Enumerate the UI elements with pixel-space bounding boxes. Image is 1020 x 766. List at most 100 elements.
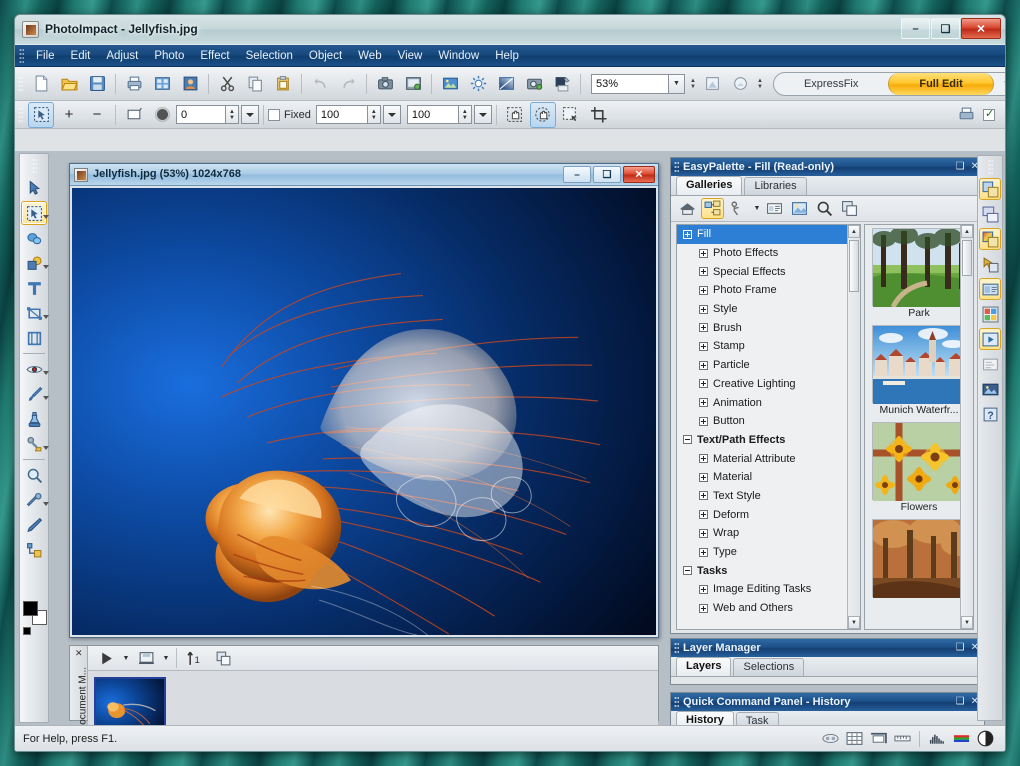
default-colors-icon[interactable] (23, 627, 31, 635)
quick-command-panel-button[interactable] (979, 253, 1001, 275)
easypalette-maximize-icon[interactable]: ❑ (956, 160, 965, 173)
expand-icon[interactable] (699, 342, 708, 351)
tab-layers[interactable]: Layers (676, 657, 731, 676)
fixed-width-input[interactable] (316, 105, 368, 124)
maximize-button[interactable]: ❑ (931, 18, 960, 39)
ruler-icon[interactable] (890, 730, 914, 748)
undo-button[interactable] (307, 71, 333, 97)
subtract-selection-button[interactable]: − (84, 102, 110, 128)
zoom-tool[interactable] (21, 463, 47, 487)
copy-button[interactable] (242, 71, 268, 97)
paste-button[interactable] (270, 71, 296, 97)
eyedropper-tool-expand-icon[interactable] (43, 502, 49, 506)
gallery-tree-scrollbar[interactable]: ▲ ▼ (847, 225, 860, 629)
close-button[interactable]: ✕ (961, 18, 1001, 39)
canvas-icon[interactable] (866, 730, 890, 748)
gallery-tree-item[interactable]: Material Attribute (677, 449, 860, 468)
menu-grip[interactable] (19, 48, 24, 63)
path-tool[interactable] (21, 538, 47, 562)
batch-button[interactable] (149, 71, 175, 97)
gallery-thumbnail-item[interactable] (872, 519, 967, 601)
easypalette-grip[interactable] (674, 161, 679, 174)
shape-tool[interactable] (21, 251, 47, 275)
tool-palette-grip[interactable] (32, 158, 37, 173)
expand-icon[interactable] (699, 454, 708, 463)
expand-icon[interactable] (699, 529, 708, 538)
fixed-height-dropdown-icon[interactable] (474, 105, 492, 124)
gallery-thumbnails[interactable]: ParkMunich Waterfr...Flowers ▲ ▼ (864, 224, 974, 630)
menu-effect[interactable]: Effect (192, 48, 237, 64)
quick-command-maximize-icon[interactable]: ❑ (956, 695, 965, 708)
standard-toolbar-grip[interactable] (18, 76, 23, 91)
transform-tool-expand-icon[interactable] (43, 315, 49, 319)
gallery-tree-item[interactable]: Brush (677, 318, 860, 337)
gallery-tree-item[interactable]: Creative Lighting (677, 375, 860, 394)
attribute-panel-button[interactable] (979, 278, 1001, 300)
expand-icon[interactable] (699, 604, 708, 613)
easypalette-panel-button[interactable] (979, 178, 1001, 200)
sort-button[interactable]: 1 (182, 645, 208, 671)
gallery-tree-item[interactable]: Button (677, 412, 860, 431)
capture-button[interactable] (372, 71, 398, 97)
grid-icon[interactable] (842, 730, 866, 748)
document-maximize-button[interactable]: ❑ (593, 166, 621, 183)
retouch-tool-expand-icon[interactable] (43, 446, 49, 450)
tab-libraries[interactable]: Libraries (744, 177, 806, 195)
fixed-checkbox[interactable] (268, 109, 280, 121)
gallery-tree-item[interactable]: Image Editing Tasks (677, 580, 860, 599)
paintbrush-tool[interactable] (21, 382, 47, 406)
fixed-width-dropdown-icon[interactable] (383, 105, 401, 124)
fixed-width-spinner[interactable]: ▲▼ (368, 105, 381, 124)
menu-photo[interactable]: Photo (146, 48, 192, 64)
zoom-spinner[interactable]: ▲▼ (688, 73, 698, 95)
expand-icon[interactable] (699, 361, 708, 370)
scroll-up-icon[interactable]: ▲ (961, 225, 973, 238)
clone-stamp-tool[interactable] (21, 407, 47, 431)
save-all-button[interactable] (133, 645, 159, 671)
selection-mode-button[interactable] (28, 102, 54, 128)
save-dropdown-icon[interactable]: ▼ (160, 648, 172, 668)
add-selection-button[interactable]: + (56, 102, 82, 128)
shape-tool-expand-icon[interactable] (43, 265, 49, 269)
expand-icon[interactable] (683, 230, 692, 239)
screen-capture-button[interactable] (400, 71, 426, 97)
image-panel-button[interactable] (979, 378, 1001, 400)
tree-view-button[interactable] (701, 198, 724, 219)
layer-manager-panel-button[interactable] (979, 203, 1001, 225)
gallery-tree-item[interactable]: Material (677, 468, 860, 487)
scroll-down-icon[interactable]: ▼ (961, 616, 973, 629)
apply-button[interactable] (726, 198, 749, 219)
zoom-in-button[interactable] (699, 71, 725, 97)
expand-icon[interactable] (699, 249, 708, 258)
tab-selections[interactable]: Selections (733, 658, 804, 676)
feather-spinner[interactable]: ▲▼ (226, 105, 239, 124)
transform-tool[interactable] (21, 301, 47, 325)
collapse-icon[interactable] (683, 435, 692, 444)
dock-grip[interactable] (988, 159, 993, 174)
color-swatches[interactable] (23, 601, 47, 627)
gallery-tree-item[interactable]: Special Effects (677, 262, 860, 281)
gallery-tree[interactable]: FillPhoto EffectsSpecial EffectsPhoto Fr… (676, 224, 861, 630)
duplicate-doc-button[interactable] (210, 645, 236, 671)
expand-icon[interactable] (699, 267, 708, 276)
scroll-up-icon[interactable]: ▲ (848, 225, 860, 238)
save-button[interactable] (84, 71, 110, 97)
retouch-tool[interactable] (21, 432, 47, 456)
gallery-tree-item[interactable]: Animation (677, 393, 860, 412)
gallery-tree-item[interactable]: Type (677, 543, 860, 562)
gallery-tree-item[interactable]: Deform (677, 505, 860, 524)
expand-icon[interactable] (699, 510, 708, 519)
scroll-down-icon[interactable]: ▼ (848, 616, 860, 629)
zoom-fit-button[interactable] (727, 71, 753, 97)
crop-tool[interactable] (21, 326, 47, 350)
gallery-tree-item[interactable]: Stamp (677, 337, 860, 356)
document-minimize-button[interactable]: – (563, 166, 591, 183)
find-button[interactable] (813, 198, 836, 219)
feather-input[interactable] (176, 105, 226, 124)
expand-icon[interactable] (699, 473, 708, 482)
gallery-tree-item[interactable]: Text/Path Effects (677, 431, 860, 450)
mode-dropdown-icon[interactable]: ▼ (994, 79, 1006, 88)
selection-shape-button[interactable] (121, 102, 147, 128)
menu-view[interactable]: View (390, 48, 431, 64)
new-button[interactable] (28, 71, 54, 97)
